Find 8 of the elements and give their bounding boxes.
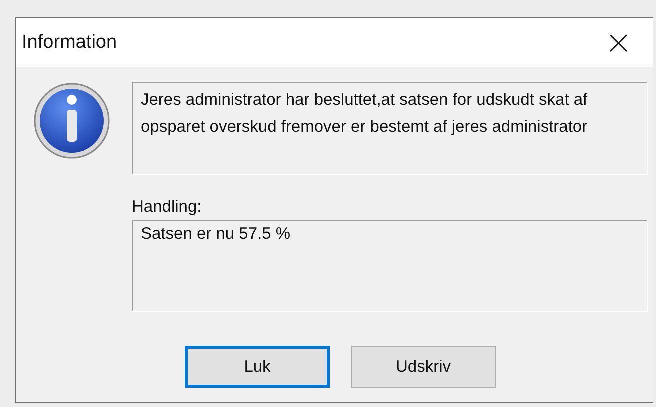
close-button[interactable]: × (598, 26, 639, 60)
window-title: Information (22, 32, 118, 54)
info-icon (33, 82, 111, 160)
action-label: Handling: (132, 198, 203, 217)
dialog-button[interactable]: Luk (185, 346, 330, 388)
dialog-button[interactable]: Udskriv (351, 346, 496, 388)
message-text: Jeres administrator har besluttet,at satsen for udskudt skat af opsparet overskud fremover er bestemt af jeres administrator (132, 82, 648, 175)
action-field: Satsen er nu 57.5 % (132, 220, 648, 312)
